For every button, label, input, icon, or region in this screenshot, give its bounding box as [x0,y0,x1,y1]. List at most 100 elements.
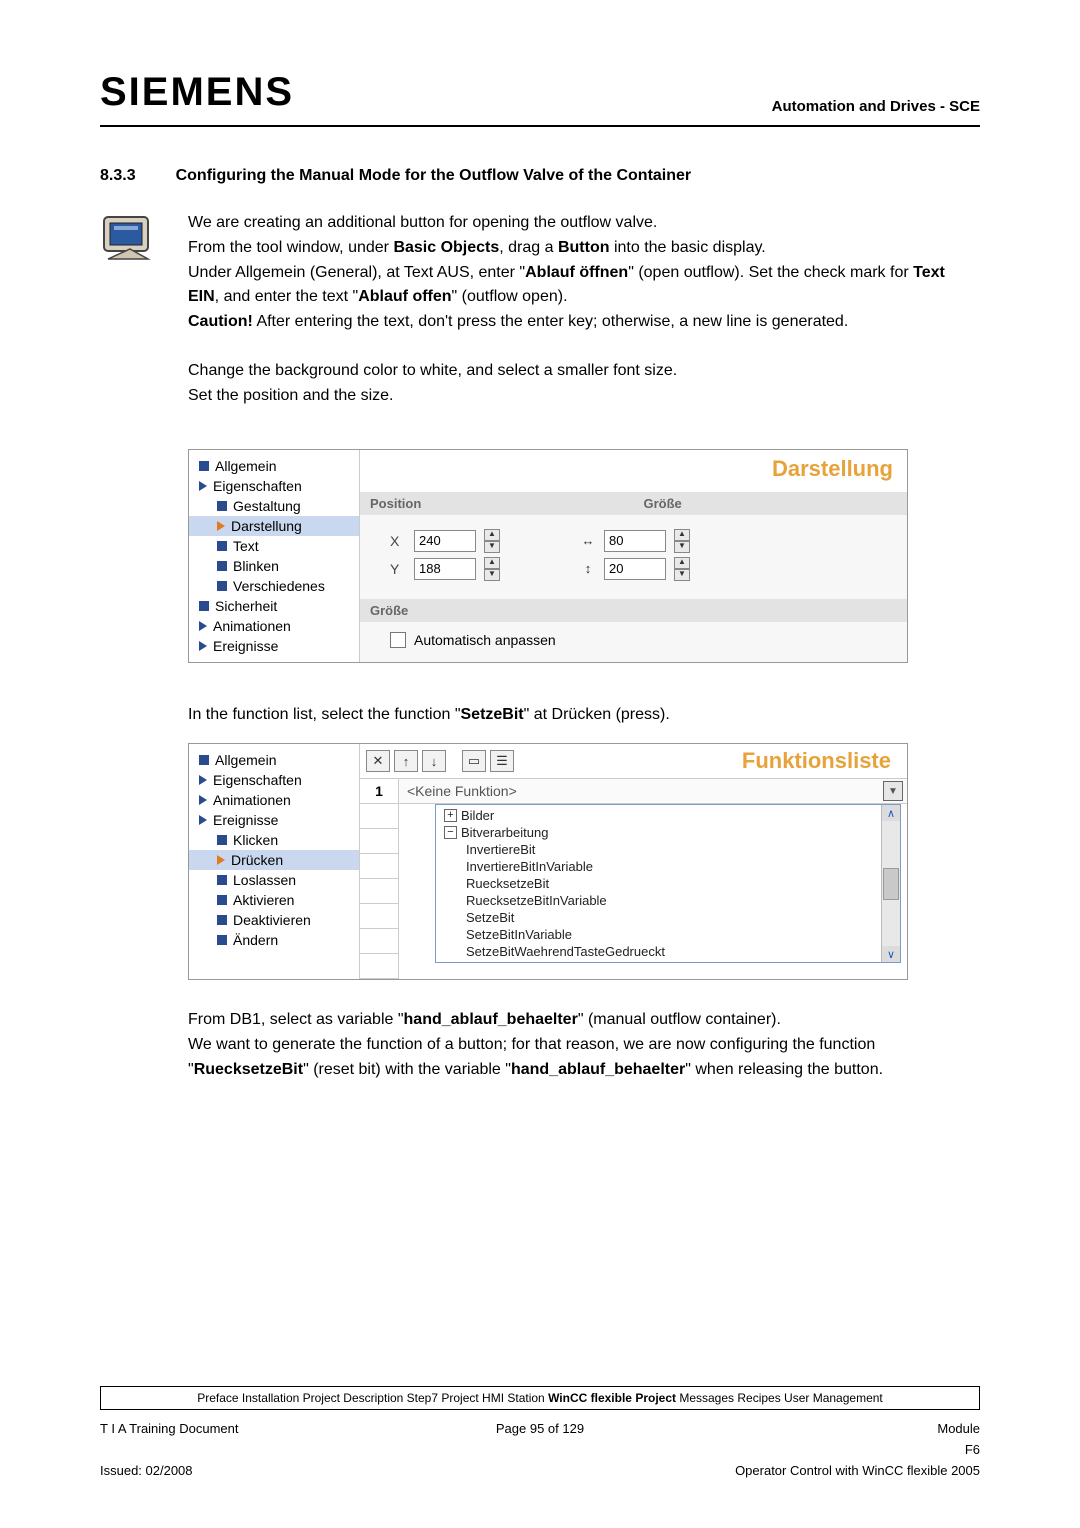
panel2-title: Funktionsliste [518,748,901,774]
p1-l3g: " (outflow open). [452,288,568,305]
scroll-up-button[interactable]: ∧ [882,805,900,821]
p1-l2a: From the tool window, under [188,239,393,256]
tree-label: Ereignisse [213,638,278,654]
tree-label: Drücken [231,852,283,868]
tree2-eigenschaften[interactable]: Eigenschaften [189,770,359,790]
footer-product: Operator Control with WinCC flexible 200… [584,1463,980,1478]
list-invertierebit[interactable]: InvertiereBit [436,841,900,858]
tree-ereignisse[interactable]: Ereignisse [189,636,359,656]
tree-label: Eigenschaften [213,772,302,788]
footer-module-code: F6 [584,1442,980,1457]
list-bilder[interactable]: + Bilder [436,807,900,824]
tree-label: Gestaltung [233,498,301,514]
auto-adjust-label: Automatisch anpassen [414,632,556,648]
footer-module: Module [584,1421,980,1436]
mid-l1c: " at Drücken (press). [524,706,670,723]
p2-l1: Change the background color to white, an… [188,362,677,379]
tree-label: Blinken [233,558,279,574]
tree-blinken[interactable]: Blinken [189,556,359,576]
tree-darstellung[interactable]: Darstellung [189,516,359,536]
tree-gestaltung[interactable]: Gestaltung [189,496,359,516]
toolbar-view1-button[interactable]: ▭ [462,750,486,772]
width-input[interactable]: 80 [604,530,666,552]
tree-label: Darstellung [231,518,302,534]
tree-label: Sicherheit [215,598,277,614]
p1-l3a: Under Allgemein (General), at Text AUS, … [188,264,525,281]
list-item-label: InvertiereBit [466,842,535,857]
y-input[interactable]: 188 [414,558,476,580]
list-ruecksetzebitinvariable[interactable]: RuecksetzeBitInVariable [436,892,900,909]
mid-l1b: SetzeBit [461,706,524,723]
p3-l1c: " (manual outflow container). [578,1011,781,1028]
list-item-label: SetzeBitWaehrendTasteGedrueckt [466,944,665,959]
list-setzebit[interactable]: SetzeBit [436,909,900,926]
list-item-label: Bilder [461,808,494,823]
toolbar-down-button[interactable]: ↓ [422,750,446,772]
tree-label: Loslassen [233,872,296,888]
section-number: 8.3.3 [100,167,136,185]
scroll-down-button[interactable]: ∨ [882,946,900,962]
group-groesse2: Größe [360,599,907,622]
p3-l1a: From DB1, select as variable " [188,1011,404,1028]
scroll-thumb[interactable] [883,868,899,900]
list-setzebitwaehrendtastegedrueckt[interactable]: SetzeBitWaehrendTasteGedrueckt [436,943,900,960]
p1-l3f: Ablauf offen [358,288,451,305]
height-input[interactable]: 20 [604,558,666,580]
chevron-down-icon: ▼ [883,781,903,801]
p1-l3e: , and enter the text " [215,288,359,305]
toolbar-up-button[interactable]: ↑ [394,750,418,772]
tree-text[interactable]: Text [189,536,359,556]
tree2-deaktivieren[interactable]: Deaktivieren [189,910,359,930]
tree2-klicken[interactable]: Klicken [189,830,359,850]
siemens-logo: SIEMENS [100,70,294,115]
tree-label: Klicken [233,832,278,848]
breadcrumb-pre: Preface Installation Project Description… [197,1391,548,1405]
header-subtitle: Automation and Drives - SCE [772,98,980,115]
tree-sicherheit[interactable]: Sicherheit [189,596,359,616]
tree2-loslassen[interactable]: Loslassen [189,870,359,890]
toolbar-delete-button[interactable]: ✕ [366,750,390,772]
tree2-aktivieren[interactable]: Aktivieren [189,890,359,910]
tree2-druecken[interactable]: Drücken [189,850,359,870]
p1-l2b: Basic Objects [393,239,499,256]
list-ruecksetzebit[interactable]: RuecksetzeBit [436,875,900,892]
list-bitverarbeitung[interactable]: −Bitverarbeitung [436,824,900,841]
properties-panel-funktionsliste: Allgemein Eigenschaften Animationen Erei… [188,743,908,980]
tree-verschiedenes[interactable]: Verschiedenes [189,576,359,596]
events-tree: Allgemein Eigenschaften Animationen Erei… [189,744,360,979]
page-footer: T I A Training Document Page 95 of 129 M… [100,1421,980,1478]
expand-icon: + [444,809,457,822]
width-spinner[interactable]: ▲▼ [674,529,690,553]
properties-panel-darstellung: Allgemein Eigenschaften Gestaltung Darst… [188,449,908,663]
list-setzebitinvariable[interactable]: SetzeBitInVariable [436,926,900,943]
function-row-number: 1 [360,779,398,804]
y-spinner[interactable]: ▲▼ [484,557,500,581]
function-dropdown[interactable]: <Keine Funktion> ▼ [399,779,907,804]
tree2-aendern[interactable]: Ändern [189,930,359,950]
tree2-animationen[interactable]: Animationen [189,790,359,810]
p1-l2e: into the basic display. [610,239,766,256]
list-invertierebitinvariable[interactable]: InvertiereBitInVariable [436,858,900,875]
p2-l2: Set the position and the size. [188,387,393,404]
tree-allgemein[interactable]: Allgemein [189,456,359,476]
tree-label: Allgemein [215,752,276,768]
x-spinner[interactable]: ▲▼ [484,529,500,553]
width-icon: ↔ [580,533,596,549]
p1-l3c: " (open outflow). Set the check mark for [628,264,913,281]
tree-label: Deaktivieren [233,912,311,928]
p1-l2d: Button [558,239,610,256]
tree-animationen[interactable]: Animationen [189,616,359,636]
tree2-ereignisse[interactable]: Ereignisse [189,810,359,830]
list-item-label: SetzeBit [466,910,514,925]
toolbar-view2-button[interactable]: ☰ [490,750,514,772]
breadcrumb-current: WinCC flexible Project [548,1391,676,1405]
tree-label: Text [233,538,259,554]
x-input[interactable]: 240 [414,530,476,552]
footer-doc: T I A Training Document [100,1421,496,1436]
tree-eigenschaften[interactable]: Eigenschaften [189,476,359,496]
tree2-allgemein[interactable]: Allgemein [189,750,359,770]
auto-adjust-checkbox[interactable] [390,632,406,648]
height-spinner[interactable]: ▲▼ [674,557,690,581]
function-listbox[interactable]: ∧ ∨ + Bilder −Bitverarbeitung InvertiereB… [435,804,901,963]
tree-label: Aktivieren [233,892,294,908]
